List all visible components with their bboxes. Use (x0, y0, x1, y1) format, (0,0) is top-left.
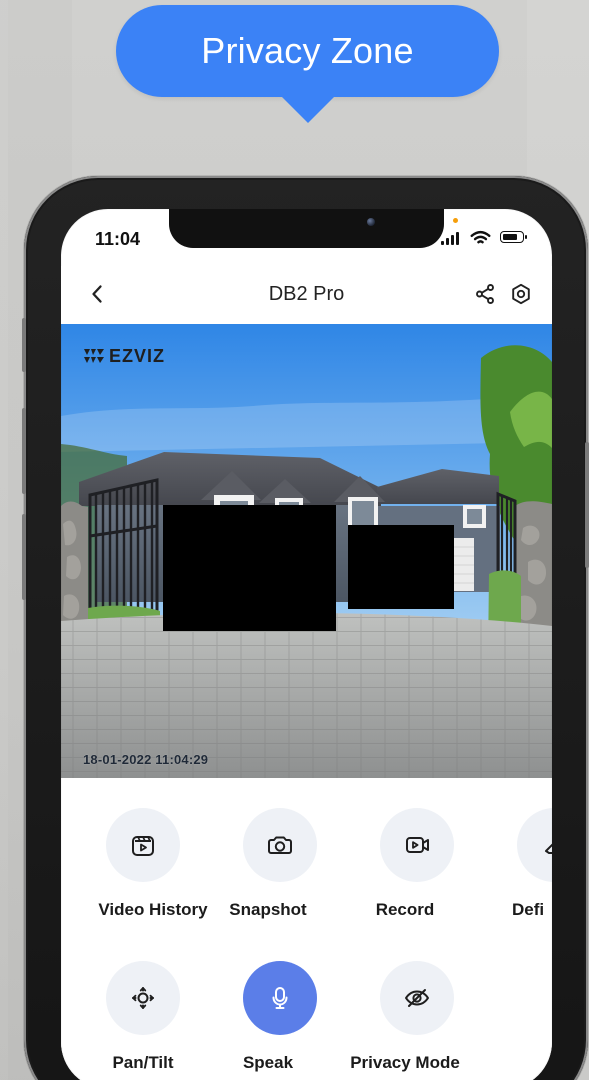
signal-bar (451, 235, 454, 245)
back-button[interactable] (83, 280, 111, 308)
gear-icon (512, 283, 530, 305)
privacy-zone-mask (163, 505, 336, 631)
video-history-button[interactable]: Video History (61, 808, 208, 932)
status-icons (441, 230, 533, 246)
signal-icon (441, 230, 461, 246)
brand-logo-text: EZVIZ (109, 345, 166, 366)
record-circle (380, 808, 454, 882)
signal-bar (456, 232, 459, 245)
define-circle (517, 808, 552, 882)
camera-controls: Video History Snapshot Record Defi Pan/T… (61, 778, 552, 1080)
snapshot-button[interactable]: Snapshot (198, 808, 338, 932)
phone-notch (169, 209, 444, 248)
speak-button[interactable]: Speak (198, 961, 338, 1080)
brand-logo: EZVIZ (83, 346, 165, 366)
video-history-circle (106, 808, 180, 882)
settings-button[interactable] (508, 281, 534, 307)
microphone-icon (272, 987, 288, 1009)
phone-screen: 11:04 DB2 Pro EZVIZ 18-01-2022 11:04:29 … (61, 209, 552, 1080)
pan-tilt-icon (132, 987, 154, 1009)
snapshot-circle (243, 808, 317, 882)
share-icon (476, 284, 494, 304)
window-right-glass (352, 501, 374, 525)
phone-side-button (22, 408, 26, 494)
eye-off-icon (405, 989, 429, 1007)
camera-timestamp: 18-01-2022 11:04:29 (83, 752, 209, 767)
privacy-zone-tooltip: Privacy Zone (116, 5, 499, 97)
record-icon (406, 837, 429, 853)
privacy-mode-circle (380, 961, 454, 1035)
record-label: Record (375, 900, 435, 919)
phone-power-button (585, 442, 589, 568)
share-button[interactable] (472, 281, 498, 307)
signal-bar (441, 241, 444, 245)
camera-icon (268, 836, 292, 854)
pan-tilt-button[interactable]: Pan/Tilt (61, 961, 201, 1080)
chevron-left-icon (92, 285, 102, 303)
battery-icon (500, 231, 529, 245)
phone-side-button (22, 318, 26, 372)
privacy-zone-mask (348, 525, 454, 609)
eraser-icon (545, 843, 552, 854)
phone-side-button (22, 514, 26, 600)
status-time: 11:04 (95, 229, 141, 249)
define-button[interactable]: Defi (472, 808, 552, 932)
top-navigation-bar: DB2 Pro (61, 266, 552, 324)
privacy-indicator-dot (453, 218, 458, 223)
privacy-mode-button[interactable]: Privacy Mode (335, 961, 475, 1080)
video-history-icon (132, 836, 154, 856)
define-label: Defi (512, 900, 545, 919)
battery-cap (525, 235, 527, 239)
wifi-icon (470, 230, 491, 244)
device-title: DB2 Pro (268, 283, 345, 305)
garage-window-glass (467, 509, 482, 524)
camera-live-view[interactable]: EZVIZ 18-01-2022 11:04:29 (61, 324, 552, 778)
ezviz-logo-icon (84, 349, 104, 363)
privacy-zone-tooltip-pointer (281, 96, 335, 123)
speak-circle (243, 961, 317, 1035)
pan-tilt-circle (106, 961, 180, 1035)
front-camera-dot (367, 218, 375, 226)
battery-level (503, 234, 517, 240)
signal-bar (446, 238, 449, 245)
record-button[interactable]: Record (335, 808, 475, 932)
privacy-zone-tooltip-label: Privacy Zone (201, 30, 414, 71)
privacy-mode-label: Privacy Mode (350, 1053, 460, 1072)
